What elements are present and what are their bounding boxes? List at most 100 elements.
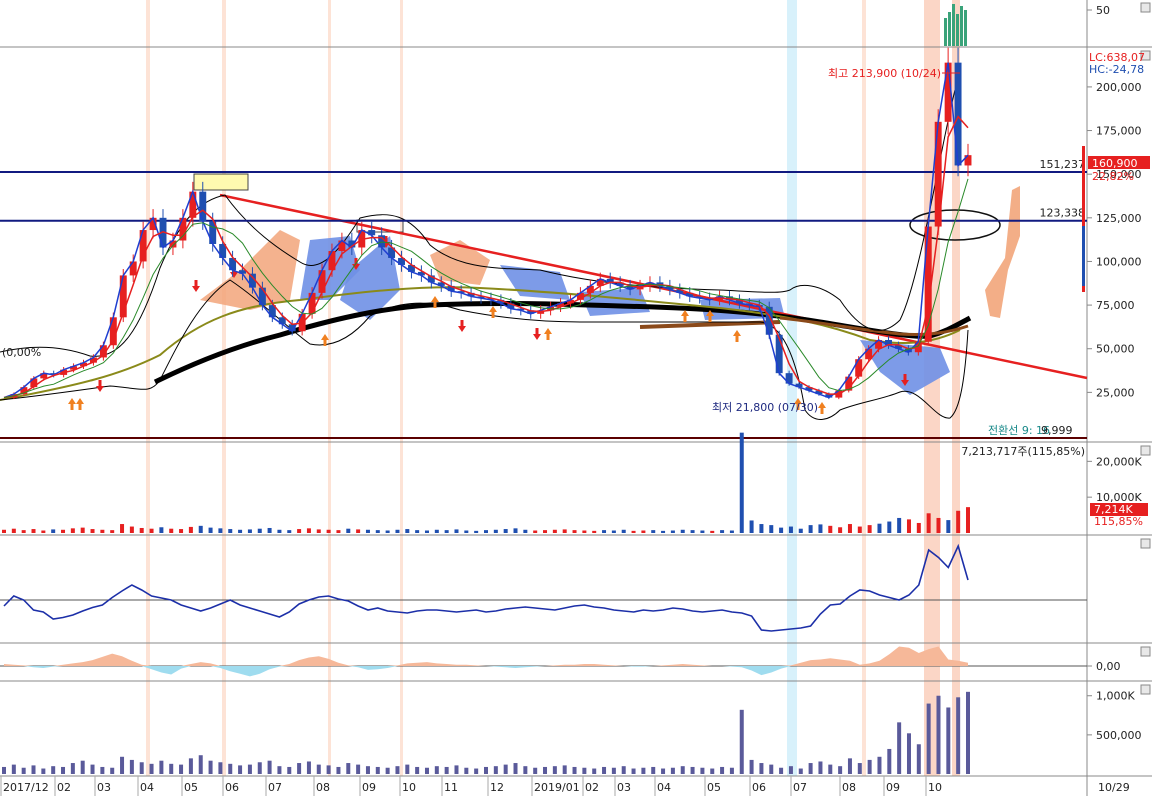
volume-bar xyxy=(336,530,341,533)
indicator-3-bar xyxy=(936,695,941,774)
indicator-3-bar xyxy=(90,764,95,774)
volume-bar xyxy=(41,530,46,533)
indicator-3-bar xyxy=(897,722,902,774)
volume-bar xyxy=(120,524,125,533)
indicator-3-bar xyxy=(31,765,36,774)
volume-bar xyxy=(218,528,223,533)
indicator-3-bar xyxy=(21,767,26,774)
indicator-3-bar xyxy=(906,733,911,774)
volume-bar xyxy=(690,530,695,533)
volume-bar xyxy=(110,530,115,533)
indicator-3-bar xyxy=(247,764,252,774)
volume-bar xyxy=(533,530,538,533)
indicator-3-bar xyxy=(110,767,115,774)
indicator-3-bar xyxy=(533,767,538,774)
top-bar xyxy=(956,14,959,46)
indicator-3-bar xyxy=(2,766,6,774)
top-bar xyxy=(944,18,947,46)
close-icon[interactable] xyxy=(1140,684,1151,695)
volume-header: 7,213,717주(115,85%) xyxy=(961,445,1085,458)
indicator-3-bar xyxy=(395,766,400,774)
volume-bar xyxy=(749,520,754,533)
time-tick-label: 12 xyxy=(490,781,504,794)
price-tick-label: 50,000 xyxy=(1096,343,1135,356)
range-bar-blue xyxy=(1082,226,1085,286)
indicator-3-bar xyxy=(867,759,872,774)
left-note: (0,00% xyxy=(2,346,41,359)
close-icon[interactable] xyxy=(1140,2,1151,13)
close-icon[interactable] xyxy=(1140,646,1151,657)
price-tick-label: 200,000 xyxy=(1096,81,1142,94)
indicator-3-bar xyxy=(169,763,174,774)
indicator-3-bar xyxy=(700,767,705,774)
volume-bar xyxy=(297,529,302,533)
current-price: 160,900 xyxy=(1092,157,1138,170)
time-tick-label: 03 xyxy=(617,781,631,794)
indicator-3-bar xyxy=(926,703,931,774)
indicator-3-bar xyxy=(208,760,213,774)
time-tick-label: 05 xyxy=(184,781,198,794)
volume-bar xyxy=(51,529,56,533)
indicator-3-bar xyxy=(464,767,469,774)
time-tick-label: 2019/01 xyxy=(534,781,580,794)
time-tick-label: 09 xyxy=(362,781,376,794)
volume-bar xyxy=(61,529,66,533)
volume-bar xyxy=(779,527,784,533)
volume-bar xyxy=(208,527,213,533)
right-note: 9,999 xyxy=(1041,424,1073,437)
volume-bar xyxy=(769,525,774,533)
indicator-3-bar xyxy=(513,763,518,774)
indicator-3-bar xyxy=(424,767,429,774)
volume-bar xyxy=(2,529,6,533)
indicator-3-bar xyxy=(670,767,675,774)
indicator-3-bar xyxy=(316,764,321,774)
indicator-3-bar xyxy=(41,768,46,774)
close-icon[interactable] xyxy=(1140,445,1151,456)
volume-bar xyxy=(326,529,331,533)
volume-bar xyxy=(238,529,243,533)
volume-bar xyxy=(503,529,508,533)
volume-bar xyxy=(710,530,715,533)
indicator-3-bar xyxy=(769,764,774,774)
indicator-3-bar xyxy=(257,762,262,774)
volume-bar xyxy=(651,530,656,533)
indicator-3-bar xyxy=(729,767,734,774)
volume-bar xyxy=(857,526,862,533)
indicator-3-bar xyxy=(710,768,715,774)
indicator-3-bar xyxy=(70,763,75,774)
indicator-3-bar xyxy=(454,765,459,774)
indicator-3-bar xyxy=(956,697,961,774)
indicator-3-bar xyxy=(661,768,666,774)
time-tick-label: 02 xyxy=(57,781,71,794)
volume-bar xyxy=(267,527,272,533)
volume-bar xyxy=(228,529,233,533)
indicator-3-bar xyxy=(966,691,970,774)
volume-bar xyxy=(356,529,361,533)
indicator-3-bar xyxy=(336,766,341,774)
indicator-3-bar xyxy=(503,764,508,774)
volume-bar xyxy=(139,527,144,533)
indicator-3-bar xyxy=(306,761,311,774)
volume-bar xyxy=(808,525,813,533)
indicator-3-bar xyxy=(621,766,626,774)
price-tick-label: 100,000 xyxy=(1096,255,1142,268)
volume-bar xyxy=(464,530,469,533)
candle xyxy=(308,292,316,314)
indicator-3-bar xyxy=(326,765,331,774)
volume-bar xyxy=(474,530,479,533)
close-icon[interactable] xyxy=(1140,538,1151,549)
indicator-3-bar xyxy=(444,766,449,774)
volume-bar xyxy=(906,519,911,533)
indicator-3-bar xyxy=(159,760,164,774)
volume-bar xyxy=(798,528,803,533)
volume-bar xyxy=(287,530,292,533)
indicator-3-bar xyxy=(198,755,203,774)
indicator-3-bar xyxy=(11,764,16,774)
volume-bar xyxy=(887,521,892,533)
time-tick-label: 02 xyxy=(585,781,599,794)
time-tick-label: 08 xyxy=(316,781,330,794)
high-note: 최고 213,900 (10/24) xyxy=(828,67,941,80)
indicator-3-bar xyxy=(602,766,607,774)
indicator-3-bar xyxy=(788,766,793,774)
current-change: 22,82% xyxy=(1092,170,1134,183)
